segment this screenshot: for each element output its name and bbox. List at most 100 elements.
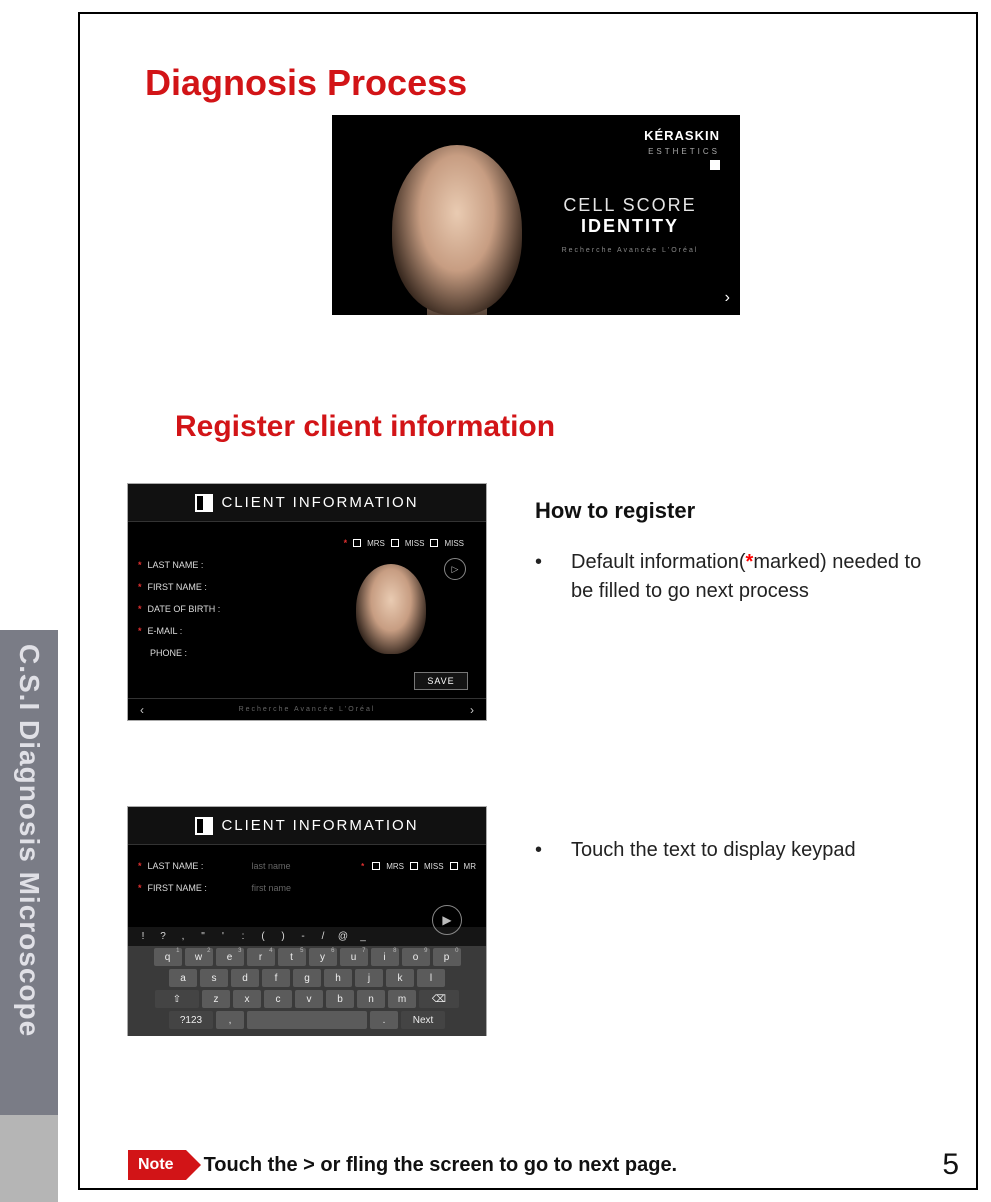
checkbox-miss2[interactable] <box>430 539 438 547</box>
key-space[interactable] <box>247 1011 367 1029</box>
key-z[interactable]: z <box>202 990 230 1008</box>
title-checkbox-row: * MRS MISS MISS <box>138 532 476 554</box>
label-mrs: MRS <box>386 862 404 871</box>
page-number: 5 <box>942 1148 959 1182</box>
hero-brand: KÉRASKIN ESTHETICS <box>644 129 720 173</box>
symbol-key[interactable]: ) <box>274 931 292 942</box>
symbol-key[interactable]: ' <box>214 931 232 942</box>
panel-header: CLIENT INFORMATION <box>128 484 486 522</box>
key-numswitch[interactable]: ?123 <box>169 1011 213 1029</box>
hero-brand-logo-icon <box>710 160 720 170</box>
key-p[interactable]: p0 <box>433 948 461 966</box>
bullet1-text: Default information(*marked) needed to b… <box>571 548 945 606</box>
key-period[interactable]: . <box>370 1011 398 1029</box>
checkbox-mrs[interactable] <box>353 539 361 547</box>
bullet-dot-icon: • <box>535 548 543 606</box>
key-o[interactable]: o9 <box>402 948 430 966</box>
sidebar-bg-lower <box>0 1115 58 1202</box>
play-icon[interactable]: ▷ <box>444 558 466 580</box>
hero-subtitle: Recherche Avancée L'Oréal <box>540 247 720 254</box>
label-dob: DATE OF BIRTH : <box>148 604 248 614</box>
key-next[interactable]: Next <box>401 1011 445 1029</box>
symbol-key[interactable]: : <box>234 931 252 942</box>
hero-title-line1: CELL SCORE <box>540 195 720 216</box>
hero-next-chevron-icon[interactable]: › <box>725 289 730 307</box>
key-backspace[interactable]: ⌫ <box>419 990 459 1008</box>
hero-screenshot: KÉRASKIN ESTHETICS CELL SCORE IDENTITY R… <box>332 115 740 315</box>
panel-header: CLIENT INFORMATION <box>128 807 486 845</box>
panel-header-label: CLIENT INFORMATION <box>221 494 418 511</box>
bullet2-text: Touch the text to display keypad <box>571 836 856 865</box>
page-title: Diagnosis Process <box>145 62 467 104</box>
key-g[interactable]: g <box>293 969 321 987</box>
key-m[interactable]: m <box>388 990 416 1008</box>
label-last-name: LAST NAME : <box>148 560 248 570</box>
label-mr: MR <box>464 862 476 871</box>
key-w[interactable]: w2 <box>185 948 213 966</box>
label-phone: PHONE : <box>150 648 250 658</box>
key-l[interactable]: l <box>417 969 445 987</box>
key-n[interactable]: n <box>357 990 385 1008</box>
key-s[interactable]: s <box>200 969 228 987</box>
input-first-name[interactable]: first name <box>252 883 292 893</box>
label-first-name: FIRST NAME : <box>148 883 248 893</box>
symbol-row: !?,"':()-/@_ <box>128 927 486 946</box>
key-shift[interactable]: ⇧ <box>155 990 199 1008</box>
key-d[interactable]: d <box>231 969 259 987</box>
key-comma[interactable]: , <box>216 1011 244 1029</box>
bullet-dot-icon: • <box>535 836 543 865</box>
hero-title-block: CELL SCORE IDENTITY Recherche Avancée L'… <box>540 195 720 254</box>
checkbox-miss[interactable] <box>410 862 418 870</box>
note-tag: Note <box>128 1150 186 1180</box>
key-r[interactable]: r4 <box>247 948 275 966</box>
save-button[interactable]: SAVE <box>414 672 468 690</box>
section-subtitle: Register client information <box>175 410 555 444</box>
hero-brand-sub: ESTHETICS <box>648 147 720 156</box>
prev-chevron-icon[interactable]: ‹ <box>140 703 144 717</box>
key-q[interactable]: q1 <box>154 948 182 966</box>
checkbox-mrs[interactable] <box>372 862 380 870</box>
right-column-2: • Touch the text to display keypad <box>535 836 945 865</box>
key-k[interactable]: k <box>386 969 414 987</box>
checkbox-mr[interactable] <box>450 862 458 870</box>
play-icon[interactable]: ▶ <box>432 905 462 935</box>
panel-header-label: CLIENT INFORMATION <box>221 817 418 834</box>
key-x[interactable]: x <box>233 990 261 1008</box>
note-text: Touch the > or fling the screen to go to… <box>204 1154 678 1177</box>
key-a[interactable]: a <box>169 969 197 987</box>
key-f[interactable]: f <box>262 969 290 987</box>
key-u[interactable]: u7 <box>340 948 368 966</box>
symbol-key[interactable]: ( <box>254 931 272 942</box>
howto-title: How to register <box>535 498 945 524</box>
key-i[interactable]: i8 <box>371 948 399 966</box>
label-miss: MISS <box>424 862 444 871</box>
symbol-key[interactable]: ! <box>134 931 152 942</box>
next-chevron-icon[interactable]: › <box>470 703 474 717</box>
note-row: Note Touch the > or fling the screen to … <box>128 1150 677 1180</box>
client-info-keypad-panel: CLIENT INFORMATION *LAST NAME : last nam… <box>127 806 487 1036</box>
symbol-key[interactable]: / <box>314 931 332 942</box>
symbol-key[interactable]: " <box>194 931 212 942</box>
label-last-name: LAST NAME : <box>148 861 248 871</box>
symbol-key[interactable]: _ <box>354 931 372 942</box>
symbol-key[interactable]: , <box>174 931 192 942</box>
key-j[interactable]: j <box>355 969 383 987</box>
key-v[interactable]: v <box>295 990 323 1008</box>
key-c[interactable]: c <box>264 990 292 1008</box>
hero-title-line2: IDENTITY <box>540 216 720 237</box>
checkbox-miss[interactable] <box>391 539 399 547</box>
input-last-name[interactable]: last name <box>252 861 291 871</box>
symbol-key[interactable]: - <box>294 931 312 942</box>
panel-portrait <box>356 564 426 654</box>
symbol-key[interactable]: @ <box>334 931 352 942</box>
key-y[interactable]: y6 <box>309 948 337 966</box>
bullet-item: • Touch the text to display keypad <box>535 836 945 865</box>
right-column-1: How to register • Default information(*m… <box>535 498 945 606</box>
panel-footer-tag: Recherche Avancée L'Oréal <box>239 706 376 713</box>
key-e[interactable]: e3 <box>216 948 244 966</box>
key-h[interactable]: h <box>324 969 352 987</box>
key-b[interactable]: b <box>326 990 354 1008</box>
key-t[interactable]: t5 <box>278 948 306 966</box>
symbol-key[interactable]: ? <box>154 931 172 942</box>
client-info-panel: CLIENT INFORMATION * MRS MISS MISS *LAST… <box>127 483 487 721</box>
